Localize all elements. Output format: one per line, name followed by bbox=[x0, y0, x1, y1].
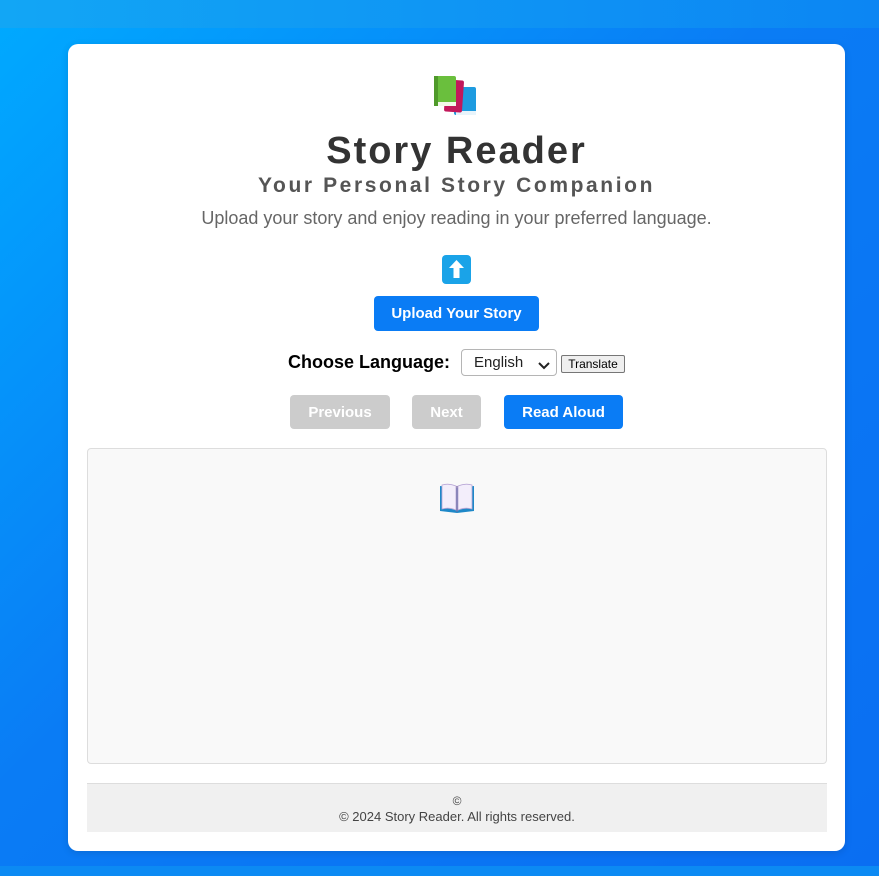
bottom-band bbox=[0, 866, 879, 876]
language-label: Choose Language: bbox=[288, 352, 451, 372]
translate-button[interactable]: Translate bbox=[561, 355, 625, 373]
copyright-text: © 2024 Story Reader. All rights reserved… bbox=[339, 809, 575, 824]
page-title: Story Reader bbox=[326, 130, 587, 172]
next-button[interactable]: Next bbox=[412, 395, 481, 429]
footer: © © 2024 Story Reader. All rights reserv… bbox=[87, 783, 827, 832]
page-subtitle: Your Personal Story Companion bbox=[257, 174, 656, 197]
story-display bbox=[87, 448, 827, 764]
top-band bbox=[0, 0, 879, 28]
chevron-down-icon bbox=[538, 358, 550, 370]
main-card: Story Reader Your Personal Story Compani… bbox=[68, 44, 845, 851]
open-book-icon bbox=[438, 482, 476, 516]
language-select-value: English bbox=[474, 354, 524, 371]
read-aloud-button[interactable]: Read Aloud bbox=[504, 395, 623, 429]
books-icon bbox=[432, 75, 480, 119]
page-description: Upload your story and enjoy reading in y… bbox=[201, 208, 712, 228]
previous-button[interactable]: Previous bbox=[290, 395, 390, 429]
copyright-symbol: © bbox=[452, 794, 462, 808]
language-select[interactable]: English bbox=[461, 349, 557, 376]
upload-story-button[interactable]: Upload Your Story bbox=[374, 296, 539, 331]
up-arrow-icon bbox=[442, 255, 471, 284]
